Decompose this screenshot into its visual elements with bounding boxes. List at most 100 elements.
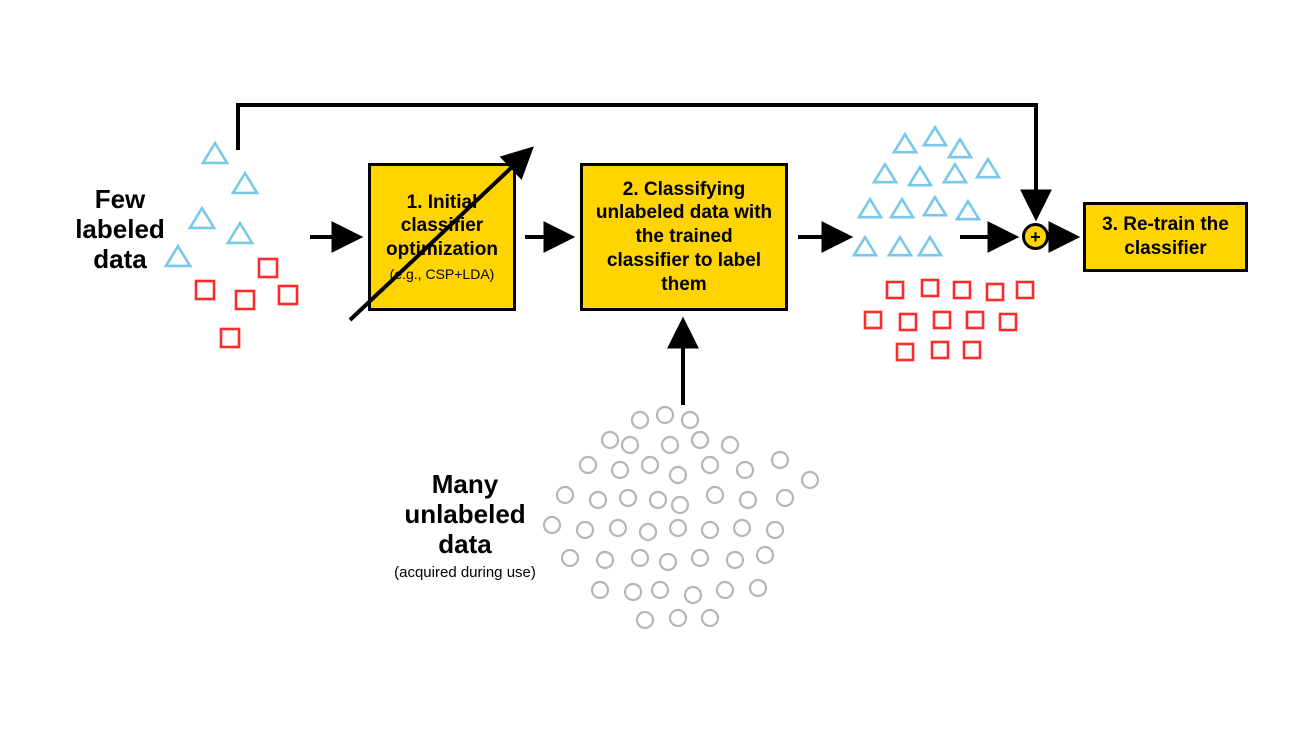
circle-icon [685,587,701,603]
circle-icon [750,580,766,596]
triangle-icon [228,223,252,243]
scatter-unlabeled-circles [544,407,818,628]
diagram-stage: Few labeled data 1. Initial classifier o… [0,0,1300,750]
circle-icon [610,520,626,536]
box1-title: 1. Initial classifier optimization [381,191,503,262]
box3-title: 3. Re-train the classifier [1096,213,1235,261]
square-icon [932,342,948,358]
circle-icon [597,552,613,568]
circle-icon [657,407,673,423]
label-few-labeled-data: Few labeled data [55,185,185,275]
circle-icon [702,522,718,538]
scatter-few-squares [196,259,297,347]
triangle-icon [854,237,876,255]
circle-icon [722,437,738,453]
box2-title: 2. Classifying unlabeled data with the t… [593,178,775,297]
square-icon [954,282,970,298]
box1-sub: (e.g., CSP+LDA) [390,266,495,284]
circle-icon [632,412,648,428]
label-few-line1: Few [95,184,146,214]
label-many-sub: (acquired during use) [380,564,550,581]
square-icon [1000,314,1016,330]
circle-icon [734,520,750,536]
circle-icon [577,522,593,538]
square-icon [1017,282,1033,298]
circle-icon [602,432,618,448]
triangle-icon [190,208,214,228]
circle-icon [692,550,708,566]
circle-icon [727,552,743,568]
triangle-icon [957,201,979,219]
label-many-unlabeled-data: Many unlabeled data (acquired during use… [380,470,550,581]
triangle-icon [949,139,971,157]
circle-icon [670,610,686,626]
triangle-icon [977,159,999,177]
triangle-icon [203,143,227,163]
triangle-icon [944,164,966,182]
triangle-icon [894,134,916,152]
triangle-icon [909,167,931,185]
circle-icon [702,610,718,626]
square-icon [236,291,254,309]
square-icon [967,312,983,328]
circle-icon [640,524,656,540]
square-icon [964,342,980,358]
plus-icon: + [1030,228,1041,246]
label-few-line2: labeled [75,214,165,244]
square-icon [900,314,916,330]
circle-icon [660,554,676,570]
square-icon [196,281,214,299]
circle-icon [662,437,678,453]
circle-icon [562,550,578,566]
square-icon [887,282,903,298]
circle-icon [557,487,573,503]
circle-icon [625,584,641,600]
circle-icon [767,522,783,538]
label-many-line2: unlabeled [404,499,525,529]
circle-icon [692,432,708,448]
circle-icon [612,462,628,478]
square-icon [221,329,239,347]
square-icon [259,259,277,277]
triangle-icon [924,197,946,215]
square-icon [279,286,297,304]
circle-icon [632,550,648,566]
label-many-line3: data [438,529,491,559]
square-icon [865,312,881,328]
circle-icon [707,487,723,503]
box-classify-unlabeled: 2. Classifying unlabeled data with the t… [580,163,788,311]
circle-icon [642,457,658,473]
triangle-icon [924,127,946,145]
circle-icon [772,452,788,468]
circle-icon [590,492,606,508]
triangle-icon [874,164,896,182]
circle-icon [672,497,688,513]
triangle-icon [889,237,911,255]
circle-icon [757,547,773,563]
circle-icon [717,582,733,598]
box-initial-classifier: 1. Initial classifier optimization (e.g.… [368,163,516,311]
svg-overlay [0,0,1300,750]
triangle-icon [919,237,941,255]
circle-icon [652,582,668,598]
circle-icon [670,467,686,483]
circle-icon [740,492,756,508]
triangle-icon [859,199,881,217]
circle-icon [622,437,638,453]
triangle-icon [233,173,257,193]
circle-icon [737,462,753,478]
box-retrain-classifier: 3. Re-train the classifier [1083,202,1248,272]
circle-icon [777,490,793,506]
square-icon [897,344,913,360]
square-icon [987,284,1003,300]
plus-node: + [1022,223,1049,250]
circle-icon [620,490,636,506]
label-many-line1: Many [432,469,498,499]
circle-icon [650,492,666,508]
circle-icon [580,457,596,473]
circle-icon [702,457,718,473]
circle-icon [802,472,818,488]
circle-icon [670,520,686,536]
scatter-many-squares [865,280,1033,360]
circle-icon [592,582,608,598]
